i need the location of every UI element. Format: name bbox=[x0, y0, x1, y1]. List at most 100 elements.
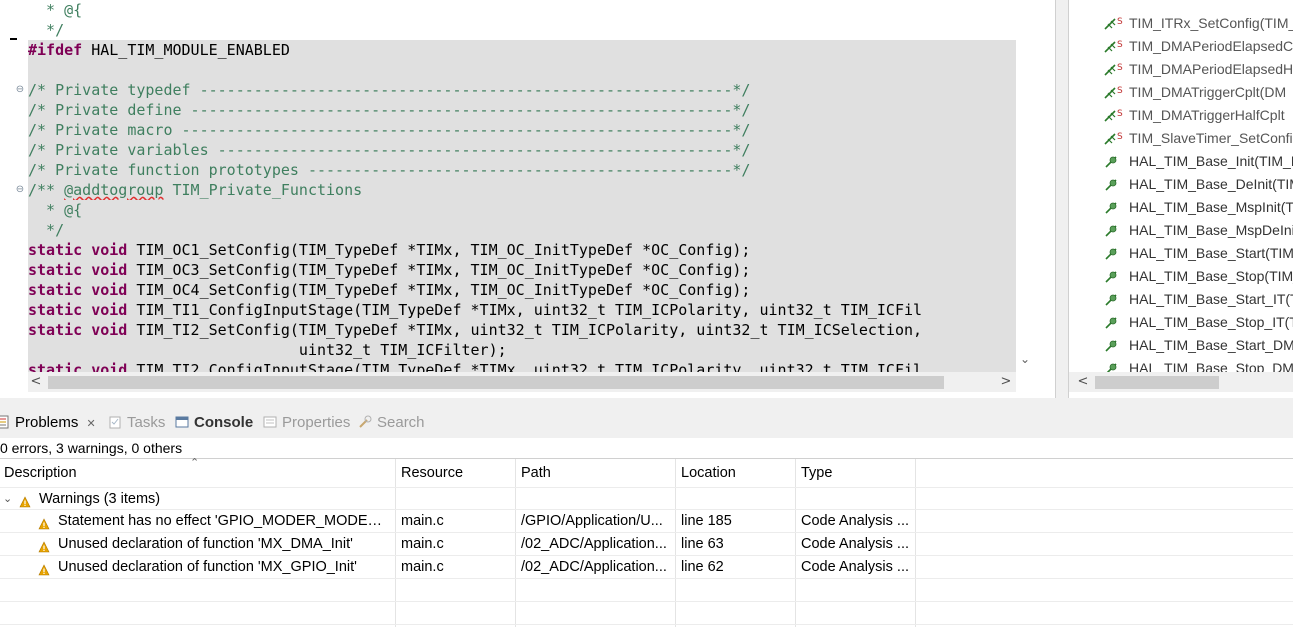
code-comment: /* Private typedef ---------------------… bbox=[28, 81, 751, 99]
column-header-label: Path bbox=[521, 465, 551, 481]
outline-item[interactable]: S TIM_ITRx_SetConfig(TIM_ bbox=[1069, 12, 1293, 34]
outline-horizontal-scrollbar[interactable]: < bbox=[1069, 372, 1293, 392]
scroll-right-arrow-icon[interactable]: > bbox=[998, 373, 1014, 391]
code-keyword: void bbox=[91, 321, 128, 339]
code-line[interactable]: /* Private macro -----------------------… bbox=[28, 120, 1016, 140]
empty-table-row bbox=[0, 602, 1293, 625]
code-line[interactable]: static void TIM_OC1_SetConfig(TIM_TypeDe… bbox=[28, 240, 1016, 260]
column-header-resource[interactable]: Resource bbox=[397, 459, 515, 488]
code-line[interactable]: static void TIM_TI2_SetConfig(TIM_TypeDe… bbox=[28, 320, 1016, 340]
warnings-group-row[interactable]: ⌄ Warnings (3 items) bbox=[0, 487, 1293, 510]
code-area[interactable]: * @{ */#ifdef HAL_TIM_MODULE_ENABLED/* P… bbox=[28, 0, 1016, 372]
code-line[interactable]: static void TIM_TI1_ConfigInputStage(TIM… bbox=[28, 300, 1016, 320]
private-function-icon: S bbox=[1103, 62, 1123, 76]
outline-item[interactable]: HAL_TIM_Base_MspDeIni bbox=[1069, 219, 1293, 241]
outline-item-label: TIM_ITRx_SetConfig(TIM_ bbox=[1129, 15, 1293, 31]
code-line[interactable]: */ bbox=[28, 20, 1016, 40]
cell-location: line 63 bbox=[681, 536, 724, 552]
outline-item-label: TIM_DMAPeriodElapsedH bbox=[1129, 61, 1293, 77]
outline-item[interactable]: S TIM_DMAPeriodElapsedH bbox=[1069, 58, 1293, 80]
scrollbar-thumb[interactable] bbox=[48, 376, 944, 389]
table-row[interactable]: Unused declaration of function 'MX_DMA_I… bbox=[0, 533, 1293, 556]
problems-table[interactable]: Description ⌃ Resource Path Location Typ… bbox=[0, 457, 1293, 627]
column-header-path[interactable]: Path bbox=[517, 459, 675, 488]
outline-view[interactable]: S TIM_ITRx_SetConfig(TIM_ S TIM_DMAPeriodEl… bbox=[1068, 0, 1293, 398]
expand-chevron-icon[interactable]: ⌄ bbox=[3, 488, 17, 511]
code-line[interactable]: * @{ bbox=[28, 0, 1016, 20]
current-line-marker bbox=[10, 38, 17, 40]
code-keyword: static bbox=[28, 321, 83, 339]
fold-toggle-icon[interactable]: ⊖ bbox=[15, 185, 25, 195]
code-line[interactable]: #ifdef HAL_TIM_MODULE_ENABLED bbox=[28, 40, 1016, 60]
column-header-type[interactable]: Type bbox=[797, 459, 915, 488]
private-function-icon: S bbox=[1103, 131, 1123, 145]
scroll-down-chevron-icon[interactable]: ⌄ bbox=[1018, 352, 1032, 366]
table-row[interactable]: Unused declaration of function 'MX_GPIO_… bbox=[0, 556, 1293, 579]
console-icon bbox=[175, 414, 190, 428]
code-text: uint32_t TIM_ICFilter); bbox=[28, 341, 507, 359]
outline-item[interactable]: S TIM_DMATriggerCplt(DM bbox=[1069, 81, 1293, 103]
scroll-left-arrow-icon[interactable]: < bbox=[1075, 373, 1091, 391]
outline-item[interactable]: HAL_TIM_Base_Start(TIM_ bbox=[1069, 242, 1293, 264]
tab-problems[interactable]: Problems ✕ bbox=[0, 412, 96, 434]
properties-icon bbox=[263, 414, 278, 428]
cell-description: Statement has no effect 'GPIO_MODER_MODE… bbox=[58, 513, 388, 529]
outline-item[interactable]: HAL_TIM_Base_Stop(TIM_ bbox=[1069, 265, 1293, 287]
code-line[interactable]: * @{ bbox=[28, 200, 1016, 220]
outline-item[interactable]: S TIM_DMAPeriodElapsedC bbox=[1069, 35, 1293, 57]
outline-item[interactable]: HAL_TIM_Base_Start_DMA bbox=[1069, 334, 1293, 356]
tab-close-icon[interactable]: ✕ bbox=[87, 418, 96, 430]
tab-search[interactable]: Search bbox=[358, 412, 425, 434]
code-keyword: static bbox=[28, 301, 83, 319]
outline-item-label: HAL_TIM_Base_Stop(TIM_ bbox=[1129, 268, 1293, 284]
code-text: TIM_TI1_ConfigInputStage(TIM_TypeDef *TI… bbox=[127, 301, 923, 319]
group-label: Warnings (3 items) bbox=[39, 491, 161, 507]
code-line[interactable] bbox=[28, 60, 1016, 80]
code-line[interactable]: static void TIM_OC3_SetConfig(TIM_TypeDe… bbox=[28, 260, 1016, 280]
code-line[interactable]: /* Private typedef ---------------------… bbox=[28, 80, 1016, 100]
tab-console[interactable]: Console bbox=[175, 412, 253, 434]
tab-properties[interactable]: Properties bbox=[263, 412, 350, 434]
outline-item[interactable]: HAL_TIM_Base_MspInit(T bbox=[1069, 196, 1293, 218]
code-text: TIM_TI2_ConfigInputStage(TIM_TypeDef *TI… bbox=[127, 361, 923, 372]
code-comment: /* Private function prototypes ---------… bbox=[28, 161, 751, 179]
fold-toggle-icon[interactable]: ⊖ bbox=[15, 85, 25, 95]
column-header-description[interactable]: Description ⌃ bbox=[0, 457, 395, 488]
tab-problems-label: Problems bbox=[15, 414, 79, 431]
cell-location: line 62 bbox=[681, 559, 724, 575]
tasks-icon bbox=[108, 414, 123, 429]
code-line[interactable]: static void TIM_OC4_SetConfig(TIM_TypeDe… bbox=[28, 280, 1016, 300]
code-line[interactable]: /* Private function prototypes ---------… bbox=[28, 160, 1016, 180]
column-header-label: Type bbox=[801, 465, 833, 481]
code-line[interactable]: static void TIM_TI2_ConfigInputStage(TIM… bbox=[28, 360, 1016, 372]
scrollbar-thumb[interactable] bbox=[1095, 376, 1219, 389]
code-keyword: void bbox=[91, 261, 128, 279]
code-keyword: static bbox=[28, 281, 83, 299]
outline-item[interactable]: S TIM_DMATriggerHalfCplt bbox=[1069, 104, 1293, 126]
code-line[interactable]: /* Private variables -------------------… bbox=[28, 140, 1016, 160]
function-icon bbox=[1103, 177, 1119, 191]
scroll-left-arrow-icon[interactable]: < bbox=[28, 373, 44, 391]
code-comment: * @{ bbox=[28, 201, 83, 219]
column-header-location[interactable]: Location bbox=[677, 459, 795, 488]
outline-item[interactable]: HAL_TIM_Base_Stop_IT(T bbox=[1069, 311, 1293, 333]
code-line[interactable]: */ bbox=[28, 220, 1016, 240]
editor-horizontal-scrollbar[interactable]: < > bbox=[28, 372, 1016, 392]
code-editor[interactable]: ⊖ ⊖ * @{ */#ifdef HAL_TIM_MODULE_ENABLED /… bbox=[0, 0, 1056, 398]
code-comment: */ bbox=[28, 221, 65, 239]
outline-item-label: HAL_TIM_Base_Start_DMA bbox=[1129, 337, 1293, 353]
function-icon bbox=[1103, 154, 1119, 168]
code-text: TIM_OC1_SetConfig(TIM_TypeDef *TIMx, TIM… bbox=[127, 241, 751, 259]
code-line[interactable]: /** @addtogroup TIM_Private_Functions bbox=[28, 180, 1016, 200]
table-row[interactable]: Statement has no effect 'GPIO_MODER_MODE… bbox=[0, 510, 1293, 533]
outline-item[interactable]: HAL_TIM_Base_DeInit(TIM bbox=[1069, 173, 1293, 195]
function-icon bbox=[1103, 269, 1119, 283]
private-function-icon: S bbox=[1103, 16, 1123, 30]
tab-tasks[interactable]: Tasks bbox=[108, 412, 165, 434]
outline-item[interactable]: HAL_TIM_Base_Start_IT(TI bbox=[1069, 288, 1293, 310]
code-line[interactable]: uint32_t TIM_ICFilter); bbox=[28, 340, 1016, 360]
code-line[interactable]: /* Private define ----------------------… bbox=[28, 100, 1016, 120]
outline-item[interactable]: HAL_TIM_Base_Init(TIM_H bbox=[1069, 150, 1293, 172]
outline-item[interactable]: S TIM_SlaveTimer_SetConfi bbox=[1069, 127, 1293, 149]
